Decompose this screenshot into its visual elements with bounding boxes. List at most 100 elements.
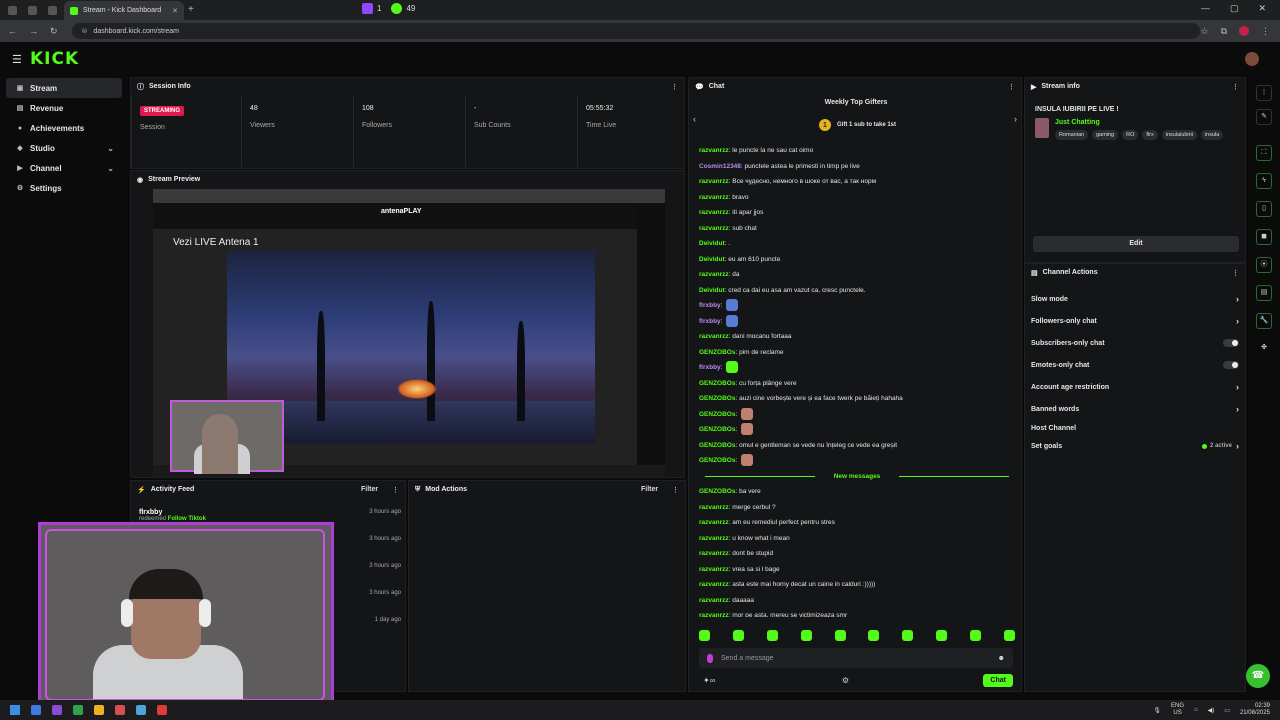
- extension-counters[interactable]: 1 49: [362, 3, 415, 14]
- chat-username[interactable]: razvanrzz: [699, 519, 729, 526]
- close-window-icon[interactable]: ✕: [1258, 3, 1266, 14]
- chat-username[interactable]: razvanrzz: [699, 581, 729, 588]
- emote-button[interactable]: [834, 630, 846, 641]
- edit-stream-info-button[interactable]: Edit: [1033, 236, 1239, 252]
- taskbar-app-icon[interactable]: [31, 705, 41, 715]
- stream-category[interactable]: Just Chatting: [1055, 119, 1100, 126]
- chat-username[interactable]: razvanrzz: [699, 147, 729, 154]
- activity-filter-button[interactable]: Filter: [361, 486, 378, 493]
- taskbar-app-icon[interactable]: [136, 705, 146, 715]
- chat-username[interactable]: Deividut: [699, 240, 725, 247]
- chat-username[interactable]: razvanrzz: [699, 597, 729, 604]
- taskbar-app-icon[interactable]: [94, 705, 104, 715]
- reload-icon[interactable]: ↻: [50, 26, 58, 37]
- taskbar-app-icon[interactable]: [52, 705, 62, 715]
- chat-username[interactable]: Deividut: [699, 287, 725, 294]
- chat-username[interactable]: GENZOBOs: [699, 395, 735, 402]
- tab-icon[interactable]: [28, 6, 37, 15]
- emote-button[interactable]: [732, 630, 744, 641]
- new-tab-icon[interactable]: +: [188, 4, 194, 15]
- slow-mode-action[interactable]: Slow mode ›: [1031, 288, 1239, 310]
- chat-username[interactable]: flrxbby: [699, 302, 721, 309]
- chat-username[interactable]: razvanrzz: [699, 178, 729, 185]
- edit-icon[interactable]: ✎: [1256, 109, 1272, 125]
- emote-button[interactable]: [699, 630, 710, 641]
- emote-button[interactable]: [902, 630, 914, 641]
- emote-button[interactable]: [868, 630, 880, 641]
- more-options-icon[interactable]: ⋮: [671, 83, 678, 91]
- chat-username[interactable]: GENZOBOs: [699, 380, 735, 387]
- battery-icon[interactable]: ▭: [1224, 707, 1230, 714]
- sidebar-item-studio[interactable]: ◆ Studio ⌄: [6, 138, 122, 158]
- profile-avatar[interactable]: [1239, 25, 1249, 36]
- extensions-icon[interactable]: ⧉: [1221, 26, 1227, 37]
- tab-icon[interactable]: [8, 6, 17, 15]
- chat-username[interactable]: razvanrzz: [699, 612, 729, 617]
- emote-button[interactable]: [936, 630, 948, 641]
- url-field[interactable]: ⊜ dashboard.kick.com/stream: [71, 23, 1201, 39]
- chat-username[interactable]: flrxbby: [699, 318, 721, 325]
- chat-username[interactable]: razvanrzz: [699, 333, 729, 340]
- chat-bubble-icon[interactable]: ◼: [1256, 229, 1272, 245]
- chat-username[interactable]: razvanrzz: [699, 209, 729, 216]
- puzzle-icon[interactable]: ✤: [1256, 341, 1272, 357]
- kick-logo[interactable]: KICK: [30, 49, 79, 69]
- set-goals-action[interactable]: Set goals 2 active ›: [1031, 435, 1239, 457]
- document-icon[interactable]: ▯: [1256, 201, 1272, 217]
- broadcast-icon[interactable]: ⦿: [1256, 257, 1272, 273]
- maximize-icon[interactable]: ▢: [1230, 3, 1239, 14]
- emote-button[interactable]: [766, 630, 778, 641]
- sidebar-item-channel[interactable]: ▶ Channel ⌄: [6, 158, 122, 178]
- browser-menu-icon[interactable]: ⋮: [1261, 26, 1270, 37]
- send-chat-button[interactable]: Chat: [983, 674, 1013, 687]
- minimize-icon[interactable]: —: [1201, 3, 1210, 14]
- chat-username[interactable]: razvanrzz: [699, 225, 729, 232]
- more-options-icon[interactable]: ⋮: [1256, 85, 1272, 101]
- volume-icon[interactable]: ◀): [1208, 707, 1215, 714]
- chat-username[interactable]: razvanrzz: [699, 504, 729, 511]
- chat-username[interactable]: GENZOBOs: [699, 442, 735, 449]
- more-options-icon[interactable]: ⋮: [392, 486, 399, 494]
- chat-username[interactable]: GENZOBOs: [699, 426, 735, 433]
- chat-username[interactable]: Deividut: [699, 256, 725, 263]
- chat-message-list[interactable]: razvanrzz: le puncte la ne sau cat oimo C…: [699, 143, 1015, 617]
- chat-username[interactable]: razvanrzz: [699, 566, 729, 573]
- followers-only-action[interactable]: Followers-only chat ›: [1031, 310, 1239, 332]
- mic-tray-icon[interactable]: 🎙: [1153, 707, 1161, 714]
- chat-username[interactable]: razvanrzz: [699, 271, 729, 278]
- emote-button[interactable]: [970, 630, 981, 641]
- chat-username[interactable]: razvanrzz: [699, 550, 729, 557]
- forward-icon[interactable]: →: [29, 26, 38, 37]
- taskbar-app-icon[interactable]: [73, 705, 83, 715]
- emote-picker-icon[interactable]: ☻: [998, 655, 1005, 662]
- chevron-left-icon[interactable]: ‹: [693, 114, 696, 124]
- wrench-icon[interactable]: 🔧: [1256, 313, 1272, 329]
- points-icon[interactable]: ✦∞: [703, 676, 715, 685]
- emote-button[interactable]: [1003, 630, 1015, 641]
- user-avatar[interactable]: [1245, 52, 1259, 66]
- site-info-icon[interactable]: ⊜: [82, 27, 88, 35]
- sidebar-item-settings[interactable]: ⚙ Settings: [6, 178, 122, 198]
- sidebar-item-achievements[interactable]: ● Achievements: [6, 118, 122, 138]
- chat-username[interactable]: flrxbby: [699, 364, 721, 371]
- chat-username[interactable]: GENZOBOs: [699, 457, 735, 464]
- bookmark-star-icon[interactable]: ☆: [1200, 26, 1208, 37]
- more-options-icon[interactable]: ⋮: [1232, 269, 1239, 277]
- mod-filter-button[interactable]: Filter: [641, 486, 658, 493]
- close-tab-icon[interactable]: ✕: [172, 7, 178, 15]
- sidebar-item-stream[interactable]: ▣ Stream: [6, 78, 122, 98]
- account-age-action[interactable]: Account age restriction ›: [1031, 376, 1239, 398]
- taskbar-app-icon[interactable]: [115, 705, 125, 715]
- more-options-icon[interactable]: ⋮: [1232, 83, 1239, 91]
- layout-icon[interactable]: ▤: [1256, 285, 1272, 301]
- taskbar-app-icon[interactable]: [157, 705, 167, 715]
- browser-tab[interactable]: Stream - Kick Dashboard ✕: [64, 1, 184, 20]
- more-options-icon[interactable]: ⋮: [672, 486, 679, 494]
- crop-icon[interactable]: ⛶: [1256, 145, 1272, 161]
- chat-username[interactable]: Cosmin12348: [699, 163, 741, 170]
- emotes-only-toggle[interactable]: [1223, 361, 1239, 369]
- chat-username[interactable]: GENZOBOs: [699, 349, 735, 356]
- more-options-icon[interactable]: ⋮: [1008, 83, 1015, 91]
- chat-username[interactable]: GENZOBOs: [699, 488, 735, 495]
- clock[interactable]: 02:39 21/08/2025: [1240, 703, 1270, 717]
